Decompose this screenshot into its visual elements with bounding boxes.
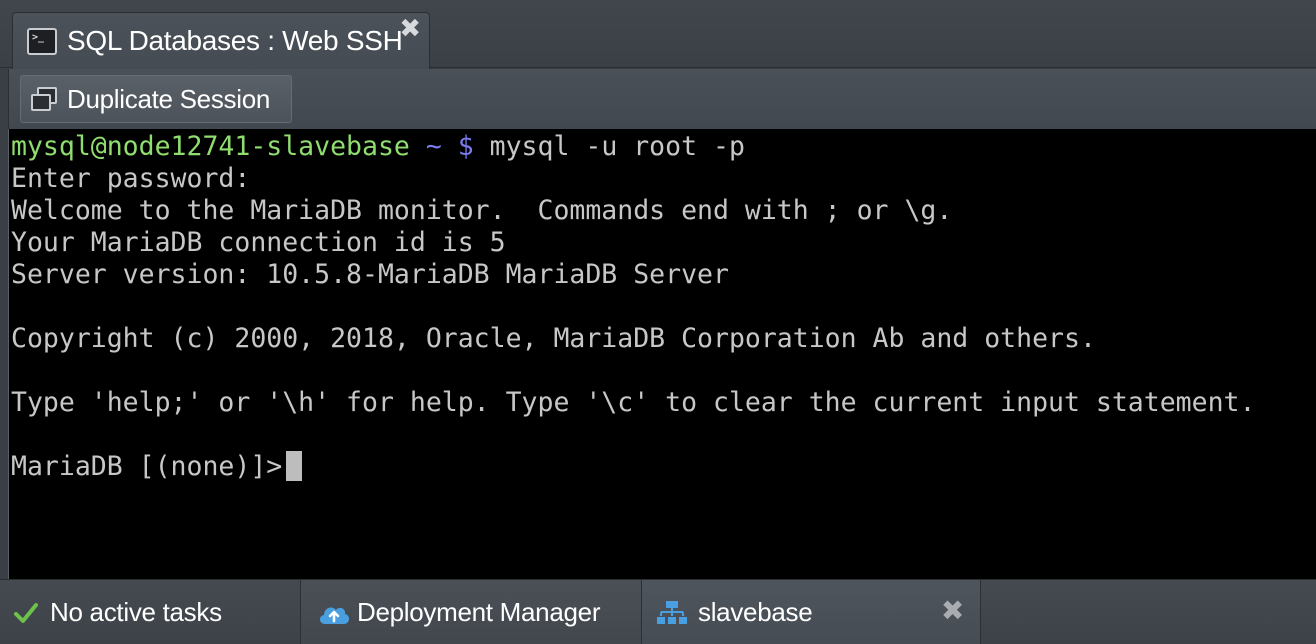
terminal-output-line: Server version: 10.5.8-MariaDB MariaDB S…	[11, 259, 729, 290]
deployment-manager-tab[interactable]: Deployment Manager	[301, 580, 642, 644]
deployment-manager-label: Deployment Manager	[357, 597, 601, 627]
environment-label: slavebase	[698, 597, 813, 627]
terminal-output-line: Welcome to the MariaDB monitor. Commands…	[11, 195, 953, 226]
terminal-command-line: mysql@node12741-slavebase ~ $ mysql -u r…	[11, 131, 1316, 163]
mariadb-prompt: MariaDB [(none)]>	[11, 451, 283, 482]
typed-command: mysql -u root -p	[473, 131, 745, 162]
duplicate-window-icon	[31, 86, 59, 112]
prompt-user: mysql@node12741-slavebase	[11, 131, 410, 162]
prompt-path: ~ $	[409, 131, 474, 162]
terminal-output-line: Your MariaDB connection id is 5	[11, 227, 506, 258]
status-bar: No active tasks Deployment Manager slave…	[0, 579, 1316, 644]
close-environment-icon[interactable]: ✖	[941, 596, 964, 626]
terminal-output-line: Enter password:	[11, 163, 251, 194]
tab-title: SQL Databases : Web SSH	[67, 25, 403, 56]
environment-tab-slavebase[interactable]: slavebase ✖	[642, 580, 981, 644]
check-icon	[14, 602, 38, 623]
tab-web-ssh[interactable]: >_ SQL Databases : Web SSH ✖	[12, 12, 430, 69]
terminal-icon-glyph: >_	[32, 31, 45, 43]
duplicate-session-label: Duplicate Session	[67, 83, 271, 114]
status-bar-empty-area	[981, 580, 1316, 644]
duplicate-session-button[interactable]: Duplicate Session	[20, 75, 292, 123]
cloud-upload-icon	[319, 607, 350, 624]
terminal-screen[interactable]: mysql@node12741-slavebase ~ $ mysql -u r…	[8, 129, 1316, 579]
tab-strip: >_ SQL Databases : Web SSH ✖	[0, 0, 1316, 69]
terminal-icon: >_	[27, 27, 57, 55]
terminal-cursor	[286, 450, 303, 481]
toolbar: Duplicate Session	[8, 69, 1316, 129]
terminal-output-line: Type 'help;' or '\h' for help. Type '\c'…	[11, 387, 1256, 418]
terminal-output-line: Copyright (c) 2000, 2018, Oracle, MariaD…	[11, 323, 1096, 354]
close-tab-icon[interactable]: ✖	[399, 15, 421, 43]
terminal-input-line[interactable]: MariaDB [(none)]>	[11, 450, 1316, 483]
tasks-status[interactable]: No active tasks	[0, 580, 301, 644]
tasks-label: No active tasks	[50, 597, 222, 627]
environment-tree-icon	[657, 600, 687, 624]
